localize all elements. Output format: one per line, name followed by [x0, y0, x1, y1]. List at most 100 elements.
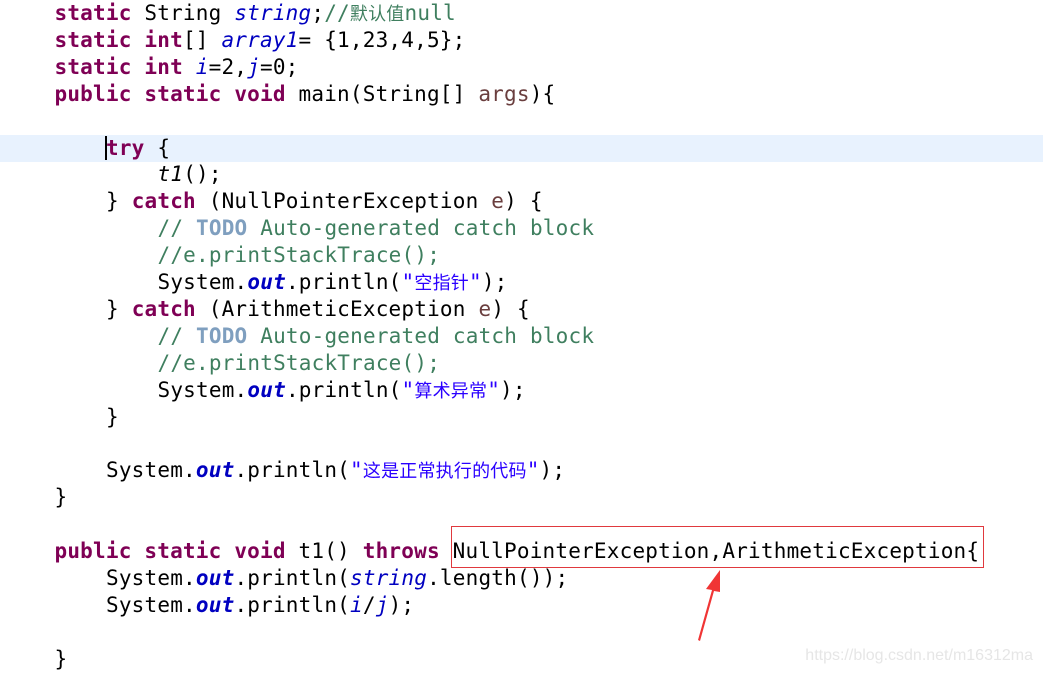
code-token: .length());	[427, 565, 569, 590]
code-token: );	[481, 270, 508, 294]
code-token: System.	[157, 377, 248, 402]
code-token: ();	[183, 162, 222, 187]
code-token: 默认值	[349, 4, 405, 25]
code-line-text: // TODO Auto-generated catch block	[158, 215, 595, 242]
code-token: catch	[131, 189, 196, 214]
code-token: out	[195, 458, 235, 483]
code-token: e	[478, 296, 492, 321]
code-line-text: System.out.println("空指针");	[158, 269, 508, 297]
code-line[interactable]: } catch (NullPointerException e) {	[0, 188, 1043, 215]
code-token: throws	[362, 539, 440, 563]
code-token: string	[350, 565, 428, 590]
text-cursor	[105, 136, 107, 160]
code-token: static	[54, 27, 132, 52]
code-line-text: //e.printStackTrace();	[158, 350, 441, 377]
code-token: (NullPointerException	[195, 189, 492, 214]
code-line[interactable]	[0, 511, 1043, 538]
code-token: "	[401, 377, 415, 402]
code-line[interactable]: System.out.println("算术异常");	[0, 377, 1043, 404]
code-token: []	[182, 27, 222, 52]
code-token: "	[526, 458, 540, 483]
code-token: j	[247, 54, 260, 79]
code-line-text: }	[55, 646, 68, 673]
code-token: void	[234, 539, 286, 563]
code-line[interactable]: System.out.println("空指针");	[0, 269, 1043, 296]
code-token: }	[106, 404, 119, 429]
code-line[interactable]	[0, 430, 1043, 457]
code-line[interactable]: //e.printStackTrace();	[0, 242, 1043, 269]
code-token: 空指针	[414, 273, 469, 294]
code-line[interactable]: static String string;//默认值null	[0, 0, 1043, 27]
code-line[interactable]: try {	[0, 134, 1043, 162]
code-token: System.	[106, 592, 196, 617]
code-token: //	[157, 323, 197, 348]
code-line-text: System.out.println(i/j);	[106, 592, 414, 619]
red-arrow-icon	[698, 570, 720, 641]
code-token: static	[144, 539, 222, 563]
code-token: .println(	[285, 270, 402, 294]
code-line[interactable]: static int[] array1= {1,23,4,5};	[0, 27, 1043, 54]
code-token: }	[54, 646, 68, 671]
code-token: public	[54, 539, 132, 563]
code-token: Auto-generated catch block	[247, 216, 595, 241]
code-line[interactable]: System.out.println(i/j);	[0, 592, 1043, 619]
code-token: "	[350, 458, 363, 483]
code-token: .println(	[234, 458, 351, 483]
code-token: int	[144, 54, 183, 79]
code-token: t1	[157, 162, 184, 187]
code-line[interactable]: // TODO Auto-generated catch block	[0, 323, 1043, 350]
code-token: "	[468, 270, 482, 294]
code-token: System.	[106, 458, 196, 483]
code-token: static	[54, 1, 132, 25]
code-token: t1()	[285, 539, 363, 563]
code-line[interactable]	[0, 619, 1043, 646]
code-line[interactable]: public static void t1() throws NullPoint…	[0, 538, 1043, 565]
code-token: (ArithmeticException	[195, 296, 479, 321]
code-token: j	[375, 592, 389, 617]
code-token: //	[157, 216, 197, 241]
code-line[interactable]: t1();	[0, 161, 1043, 188]
code-token: NullPointerException,ArithmeticException…	[439, 539, 980, 563]
code-line-text: } catch (NullPointerException e) {	[106, 188, 543, 215]
code-line[interactable]	[0, 108, 1043, 135]
code-token: ;	[311, 1, 325, 25]
code-token: =0;	[260, 54, 299, 79]
code-token: args	[478, 81, 530, 106]
code-token: {	[144, 135, 171, 160]
code-editor[interactable]: static String string;//默认值null static int…	[0, 0, 1043, 675]
code-line-text: public static void t1() throws NullPoint…	[55, 538, 980, 565]
code-line[interactable]: } catch (ArithmeticException e) {	[0, 296, 1043, 323]
code-line[interactable]: //e.printStackTrace();	[0, 350, 1043, 377]
code-token: TODO	[196, 216, 248, 241]
code-token: //	[324, 1, 350, 25]
code-token: main(String[]	[285, 81, 479, 106]
code-line[interactable]: public static void main(String[] args){	[0, 81, 1043, 108]
code-token: static	[144, 81, 222, 106]
code-token: Auto-generated catch block	[247, 323, 595, 348]
code-line-text: //e.printStackTrace();	[158, 242, 441, 269]
code-token: //e.printStackTrace();	[157, 243, 441, 268]
code-token: catch	[131, 296, 196, 321]
code-line[interactable]: // TODO Auto-generated catch block	[0, 215, 1043, 242]
code-line-text: System.out.println(string.length());	[106, 565, 568, 592]
code-token: System.	[157, 270, 248, 294]
code-line-text: try {	[106, 135, 170, 162]
code-token: public	[54, 81, 132, 106]
code-line[interactable]: }	[0, 404, 1043, 431]
code-token: .println(	[234, 592, 351, 617]
code-token: static	[54, 54, 132, 79]
code-token: }	[54, 485, 68, 510]
code-line[interactable]: System.out.println("这是正常执行的代码");	[0, 457, 1043, 484]
code-line[interactable]: System.out.println(string.length());	[0, 565, 1043, 592]
code-line[interactable]: static int i=2,j=0;	[0, 54, 1043, 81]
code-token: array1	[221, 27, 299, 52]
code-line-text: } catch (ArithmeticException e) {	[106, 296, 530, 323]
code-token: void	[234, 81, 286, 106]
code-line[interactable]: }	[0, 484, 1043, 511]
code-token: string	[234, 1, 312, 25]
